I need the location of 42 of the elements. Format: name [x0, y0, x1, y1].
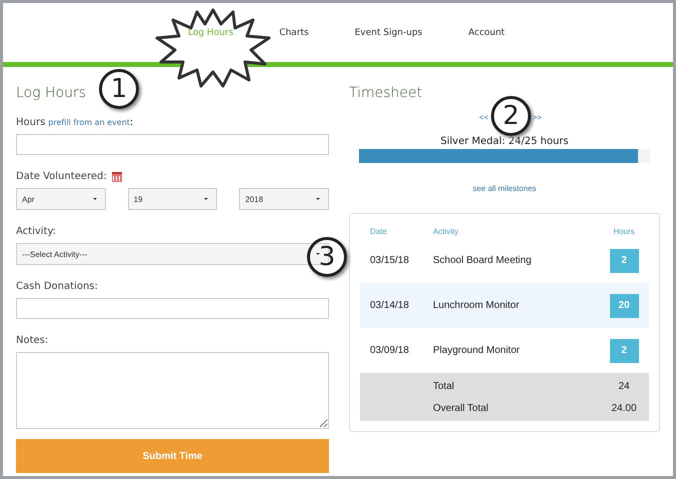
hours-badge: 20: [610, 294, 638, 318]
total-label: Overall Total: [433, 402, 490, 414]
date-cell-text: 03/09/18: [369, 345, 410, 356]
hours-badge: 2: [610, 338, 638, 362]
previous-link[interactable]: <<: [479, 113, 488, 127]
milestones-link[interactable]: see all milestones: [472, 184, 536, 193]
milestone-text: Silver Medal: 24/25 hours: [440, 136, 570, 147]
field-label: Date Volunteered:: [16, 171, 107, 182]
cash-field[interactable]: [16, 298, 329, 319]
calendar-icon[interactable]: [112, 172, 122, 182]
total-value: 24: [617, 380, 631, 392]
date-cell-text: 03/15/18: [369, 255, 410, 266]
total-value: 24.00: [610, 402, 638, 414]
section-title: Log Hours: [16, 85, 86, 101]
activity-cell-text: Playground Monitor: [433, 345, 521, 356]
column-header: Date: [369, 226, 388, 236]
nav-tab[interactable]: Event Sign-ups: [354, 28, 422, 38]
next-link[interactable]: >>: [532, 113, 542, 127]
section-title: Timesheet: [349, 85, 422, 101]
callout-number: 3: [307, 237, 347, 277]
nav-tab[interactable]: Charts: [279, 28, 309, 38]
prefill-link[interactable]: prefill from an event: [48, 118, 130, 127]
activity-cell-text: Lunchroom Monitor: [433, 300, 520, 311]
column-header: Activity: [433, 226, 460, 236]
notes-field[interactable]: [16, 352, 329, 429]
colon-text: :: [130, 117, 134, 128]
callout-number: 1: [99, 69, 139, 109]
field-label: Cash Donations:: [16, 281, 98, 292]
column-header: Hours: [612, 226, 636, 236]
nav-tab[interactable]: Account: [468, 28, 505, 38]
field-label: Notes:: [16, 335, 48, 346]
activity-cell-text: School Board Meeting: [433, 255, 532, 266]
day-dropdown[interactable]: 19: [128, 188, 218, 210]
field-label: Hours: [16, 117, 46, 128]
field-label: Activity:: [16, 226, 56, 237]
total-label: Total: [433, 380, 456, 392]
month-dropdown[interactable]: Apr: [16, 188, 106, 210]
hours-field[interactable]: [16, 134, 329, 155]
hours-badge: 2: [610, 248, 638, 272]
year-dropdown[interactable]: 2018: [239, 188, 330, 210]
callout-number: 2: [491, 96, 531, 136]
date-cell-text: 03/14/18: [369, 300, 410, 311]
